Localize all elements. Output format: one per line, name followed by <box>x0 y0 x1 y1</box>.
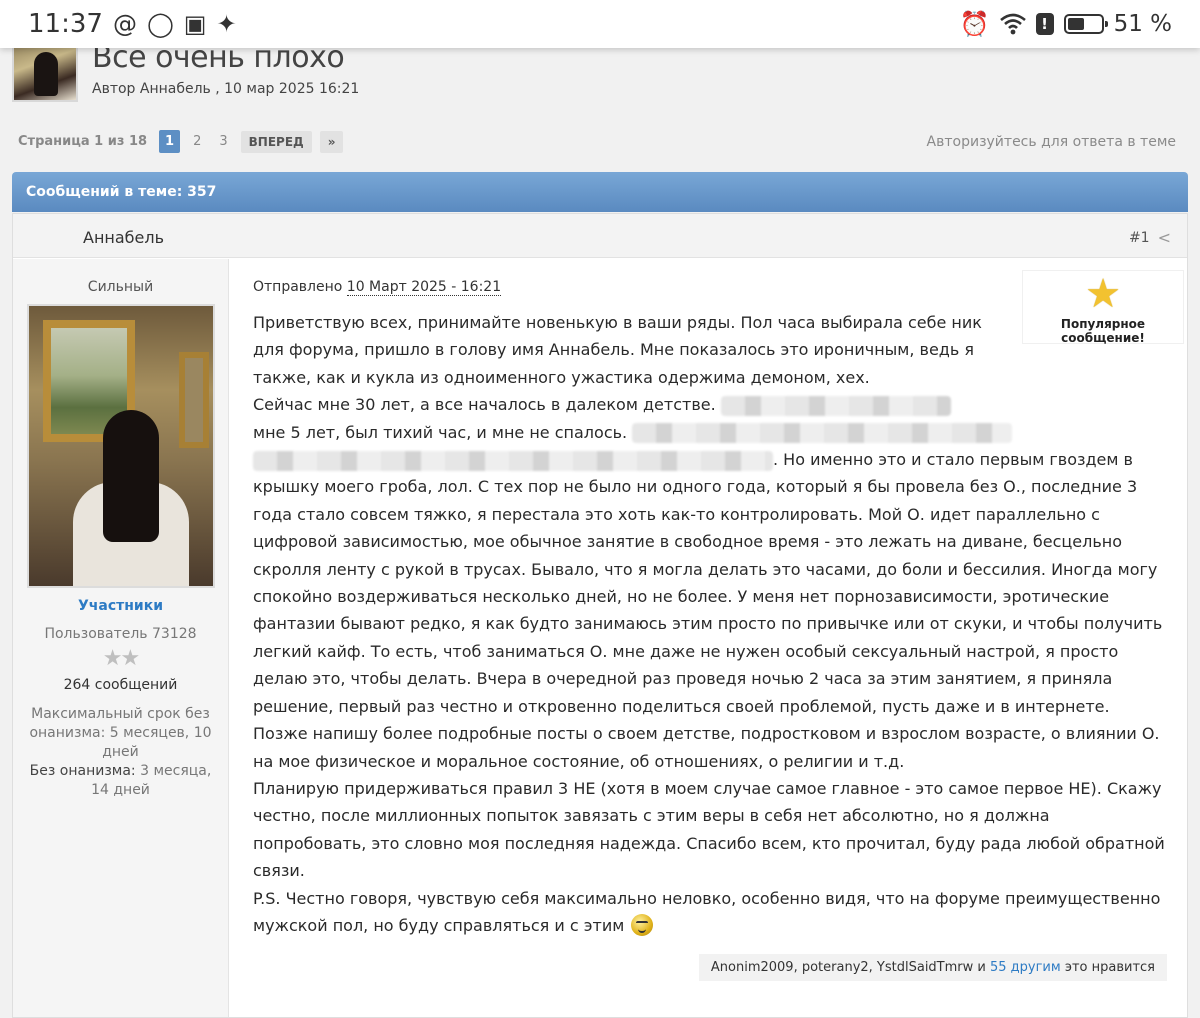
status-right: ⏰ ! 51 % <box>960 11 1172 37</box>
author-group[interactable]: Участники <box>13 598 228 614</box>
page-link-1[interactable]: 1 <box>159 130 181 153</box>
likes-names[interactable]: Anonim2009, poterany2, YstdlSaidTmrw и <box>711 960 986 975</box>
likes-others-link[interactable]: 55 другим <box>990 960 1061 975</box>
post-author-sidebar: Сильный Участники Пользователь 73128 ★★ … <box>13 259 229 1017</box>
wifi-icon <box>999 13 1026 35</box>
likes-suffix: это нравится <box>1064 960 1155 975</box>
post-body: Приветствую всех, принимайте новенькую в… <box>253 309 1165 939</box>
popular-post-label: Популярное сообщение! <box>1060 317 1146 345</box>
paragraph-2-mid: мне 5 лет, был тихий час, и мне не спало… <box>253 422 628 442</box>
paragraph-4-text: P.S. Честно говоря, чувствую себя максим… <box>253 888 1161 935</box>
paragraph-4: P.S. Честно говоря, чувствую себя максим… <box>253 885 1165 940</box>
painting-frame-right <box>178 352 209 448</box>
popular-post-badge: ★ Популярное сообщение! <box>1023 271 1183 345</box>
author-avatar[interactable] <box>26 304 215 588</box>
media-icon: ▣ <box>183 10 207 38</box>
battery-percent: 51 % <box>1113 11 1172 37</box>
share-icon[interactable]: < <box>1158 228 1171 247</box>
star-icon: ★ <box>1085 271 1121 317</box>
without-label: Без онанизма: <box>29 763 136 779</box>
status-bar: 11:37 @ ◯ ▣ ✦ ⏰ ! 51 % <box>0 0 1200 48</box>
alert-icon: ! <box>1035 13 1054 35</box>
page-link-3[interactable]: 3 <box>214 131 232 152</box>
post-content: Отправлено 10 Март 2025 - 16:21 Приветст… <box>253 259 1173 939</box>
pagination-label: Страница 1 из 18 <box>18 134 148 149</box>
paragraph-2: Сейчас мне 30 лет, а все началось в дале… <box>253 391 1165 775</box>
posts-count-label: Сообщений в теме: 357 <box>26 184 217 200</box>
sent-date: 10 Март 2025 - 16:21 <box>346 279 502 296</box>
posts-count-bar: Сообщений в теме: 357 <box>12 172 1188 212</box>
post: Аннабель #1 < Сильный Участники Пользова… <box>12 213 1188 1018</box>
alarm-icon: ⏰ <box>959 10 990 38</box>
max-term-value: 5 месяцев, 10 дней <box>102 725 212 760</box>
post-header: Аннабель #1 < <box>13 214 1187 258</box>
login-to-reply-link[interactable]: Авторизуйтесь для ответа в теме <box>927 134 1176 150</box>
paragraph-2-end: . Но именно это и стало первым гвоздем в… <box>253 450 1163 771</box>
author-rank: Сильный <box>87 279 154 295</box>
redacted-text <box>632 423 1013 444</box>
author-message-count: 264 сообщений <box>63 677 178 693</box>
paragraph-2-start: Сейчас мне 30 лет, а все началось в дале… <box>253 395 716 415</box>
status-time: 11:37 <box>28 9 103 39</box>
battery-fill <box>1067 18 1084 30</box>
infinity-icon: ◯ <box>146 10 174 38</box>
author-abstinence-stats: Максимальный срок без онанизма: 5 месяце… <box>13 705 228 800</box>
next-page-button[interactable]: ВПЕРЕД <box>240 130 312 153</box>
post-author-name[interactable]: Аннабель <box>83 228 164 247</box>
post-number-link[interactable]: #1 <box>1129 230 1150 246</box>
redacted-text <box>720 395 951 416</box>
author-user-id: Пользователь 73128 <box>44 626 197 642</box>
sparkle-icon: ✦ <box>216 10 237 38</box>
sent-label: Отправлено <box>253 279 343 295</box>
status-left: 11:37 @ ◯ ▣ ✦ <box>28 9 237 39</box>
author-stars: ★★ <box>102 646 140 671</box>
battery-icon <box>1063 14 1108 34</box>
last-page-button[interactable]: » <box>319 130 344 153</box>
paragraph-3: Планирую придерживаться правил 3 НЕ (хот… <box>253 778 1165 881</box>
avatar-hair <box>102 410 159 542</box>
pagination: Страница 1 из 18 1 2 3 ВПЕРЕД » <box>18 130 344 153</box>
likes-bar: Anonim2009, poterany2, YstdlSaidTmrw и 5… <box>698 954 1167 981</box>
topic-meta: Автор Аннабель , 10 мар 2025 16:21 <box>92 81 360 97</box>
page-link-2[interactable]: 2 <box>188 131 206 152</box>
at-sign-icon: @ <box>112 10 137 38</box>
post-number: #1 < <box>1129 228 1171 247</box>
redacted-text <box>253 450 773 471</box>
smiley-icon <box>631 913 654 936</box>
